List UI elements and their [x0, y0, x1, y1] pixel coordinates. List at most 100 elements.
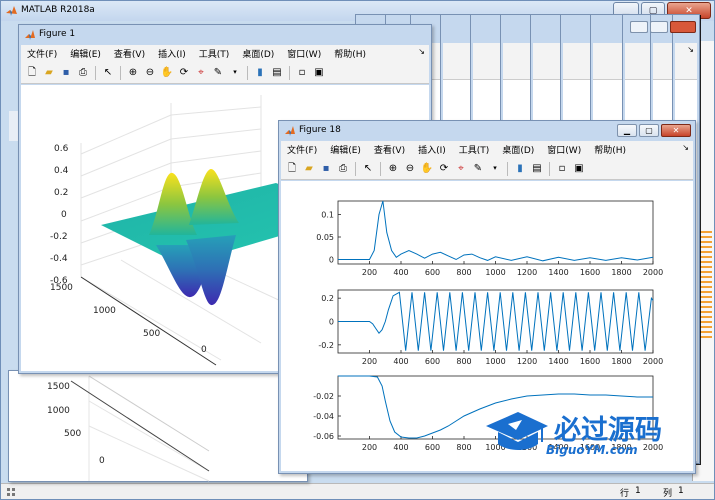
hide-plot-tools-icon[interactable]: ▫	[554, 161, 570, 177]
rotate-icon[interactable]: ⟳	[436, 161, 452, 177]
dock-icon[interactable]: ↘	[418, 47, 425, 56]
matlab-logo-icon	[6, 6, 17, 16]
menu-view[interactable]: 查看(V)	[114, 47, 145, 60]
watermark-sub-text: BiguoYM.com	[546, 443, 638, 457]
figure-logo-icon	[285, 126, 295, 136]
watermark-logo: 必过源码 BiguoYM.com	[484, 408, 694, 458]
menu-window[interactable]: 窗口(W)	[547, 143, 581, 156]
x-tick-label: 2000	[643, 268, 663, 277]
open-file-icon[interactable]: ▰	[301, 161, 317, 177]
menu-window[interactable]: 窗口(W)	[287, 47, 321, 60]
y-tick-label: 0	[329, 318, 334, 327]
figure-18-menubar: 文件(F) 编辑(E) 查看(V) 插入(I) 工具(T) 桌面(D) 窗口(W…	[281, 141, 693, 158]
menu-edit[interactable]: 编辑(E)	[70, 47, 101, 60]
menu-tools[interactable]: 工具(T)	[199, 47, 230, 60]
y-tick-label: -0.2	[318, 341, 334, 350]
pointer-icon[interactable]: ↖	[100, 65, 116, 81]
menu-view[interactable]: 查看(V)	[374, 143, 405, 156]
y-tick-label: 1500	[50, 283, 73, 293]
x-tick-label: 1400	[548, 357, 568, 366]
pointer-icon[interactable]: ↖	[360, 161, 376, 177]
print-icon[interactable]: ⎙	[75, 65, 91, 81]
col-label: 列	[663, 489, 673, 499]
menu-insert[interactable]: 插入(I)	[158, 47, 186, 60]
bg-ytick: 1000	[47, 406, 70, 416]
data-cursor-icon[interactable]: ⌖	[453, 161, 469, 177]
x-tick-label: 1800	[611, 357, 631, 366]
bg-ytick: 500	[64, 429, 81, 439]
y-tick-label: 1000	[93, 306, 116, 316]
x-tick-label: 1600	[580, 357, 600, 366]
show-plot-tools-icon[interactable]: ▣	[311, 65, 327, 81]
zoom-in-icon[interactable]: ⊕	[385, 161, 401, 177]
save-icon[interactable]: ▪	[58, 65, 74, 81]
brush-icon[interactable]: ✎	[210, 65, 226, 81]
legend-icon[interactable]: ▤	[529, 161, 545, 177]
menu-file[interactable]: 文件(F)	[287, 143, 317, 156]
app-title: MATLAB R2018a	[21, 5, 95, 15]
x-tick-label: 800	[456, 443, 471, 452]
x-tick-label: 1000	[485, 357, 505, 366]
menu-desktop[interactable]: 桌面(D)	[502, 143, 534, 156]
save-icon[interactable]: ▪	[318, 161, 334, 177]
status-bar: 行 1 列 1	[1, 483, 714, 499]
background-surface-axes: 1500 1000 500 0	[47, 375, 210, 482]
z-tick-label: 0.2	[54, 188, 68, 198]
menu-edit[interactable]: 编辑(E)	[330, 143, 361, 156]
watermark-main-text: 必过源码	[554, 415, 662, 446]
menu-file[interactable]: 文件(F)	[27, 47, 57, 60]
figure-1-toolbar: 🗋 ▰ ▪ ⎙ ↖ ⊕ ⊖ ✋ ⟳ ⌖ ✎ ▾ ▮ ▤ ▫ ▣	[21, 62, 429, 84]
x-tick-label: 1200	[517, 357, 537, 366]
menu-help[interactable]: 帮助(H)	[334, 47, 366, 60]
x-tick-label: 1800	[611, 268, 631, 277]
figure-maximize-button[interactable]: ▢	[639, 124, 659, 137]
x-tick-label: 400	[393, 357, 408, 366]
zoom-out-icon[interactable]: ⊖	[402, 161, 418, 177]
menu-insert[interactable]: 插入(I)	[418, 143, 446, 156]
z-tick-label: 0.4	[54, 166, 69, 176]
y-tick-label: 0	[329, 256, 334, 265]
colorbar-icon[interactable]: ▮	[252, 65, 268, 81]
brush-dropdown-icon[interactable]: ▾	[227, 65, 243, 81]
background-figure-window[interactable]: 1500 1000 500 0	[8, 370, 308, 482]
menu-tools[interactable]: 工具(T)	[459, 143, 490, 156]
hide-plot-tools-icon[interactable]: ▫	[294, 65, 310, 81]
brush-dropdown-icon[interactable]: ▾	[487, 161, 503, 177]
new-figure-icon[interactable]: 🗋	[284, 161, 300, 177]
x-tick-label: 800	[456, 357, 471, 366]
dock-icon[interactable]: ↘	[682, 143, 689, 152]
legend-icon[interactable]: ▤	[269, 65, 285, 81]
zoom-out-icon[interactable]: ⊖	[142, 65, 158, 81]
new-figure-icon[interactable]: 🗋	[24, 65, 40, 81]
zoom-in-icon[interactable]: ⊕	[125, 65, 141, 81]
y-tick-label: 0	[201, 345, 207, 355]
figure-minimize-button[interactable]: ▁	[617, 124, 637, 137]
figure-close-button[interactable]: ✕	[661, 124, 691, 137]
subplot-axes-box	[337, 200, 654, 265]
z-tick-label: -0.2	[50, 232, 68, 242]
x-tick-label: 1000	[485, 268, 505, 277]
print-icon[interactable]: ⎙	[335, 161, 351, 177]
bg-ytick: 0	[99, 456, 105, 466]
rotate-icon[interactable]: ⟳	[176, 65, 192, 81]
y-tick-label: 0.1	[321, 211, 334, 220]
grip-icon	[7, 488, 15, 496]
y-tick-label: -0.02	[313, 392, 334, 401]
y-tick-label: -0.04	[313, 412, 334, 421]
data-cursor-icon[interactable]: ⌖	[193, 65, 209, 81]
open-file-icon[interactable]: ▰	[41, 65, 57, 81]
menu-desktop[interactable]: 桌面(D)	[242, 47, 274, 60]
pan-icon[interactable]: ✋	[419, 161, 435, 177]
z-tick-label: -0.4	[50, 254, 68, 264]
row-label: 行	[620, 489, 630, 499]
brush-icon[interactable]: ✎	[470, 161, 486, 177]
y-tick-label: 0.2	[321, 294, 334, 303]
figure-1-title: Figure 1	[39, 29, 76, 39]
colorbar-icon[interactable]: ▮	[512, 161, 528, 177]
x-tick-label: 2000	[643, 357, 663, 366]
menu-help[interactable]: 帮助(H)	[594, 143, 626, 156]
show-plot-tools-icon[interactable]: ▣	[571, 161, 587, 177]
y-tick-label: -0.06	[313, 432, 334, 441]
pan-icon[interactable]: ✋	[159, 65, 175, 81]
y-tick-label: 0.05	[316, 233, 334, 242]
